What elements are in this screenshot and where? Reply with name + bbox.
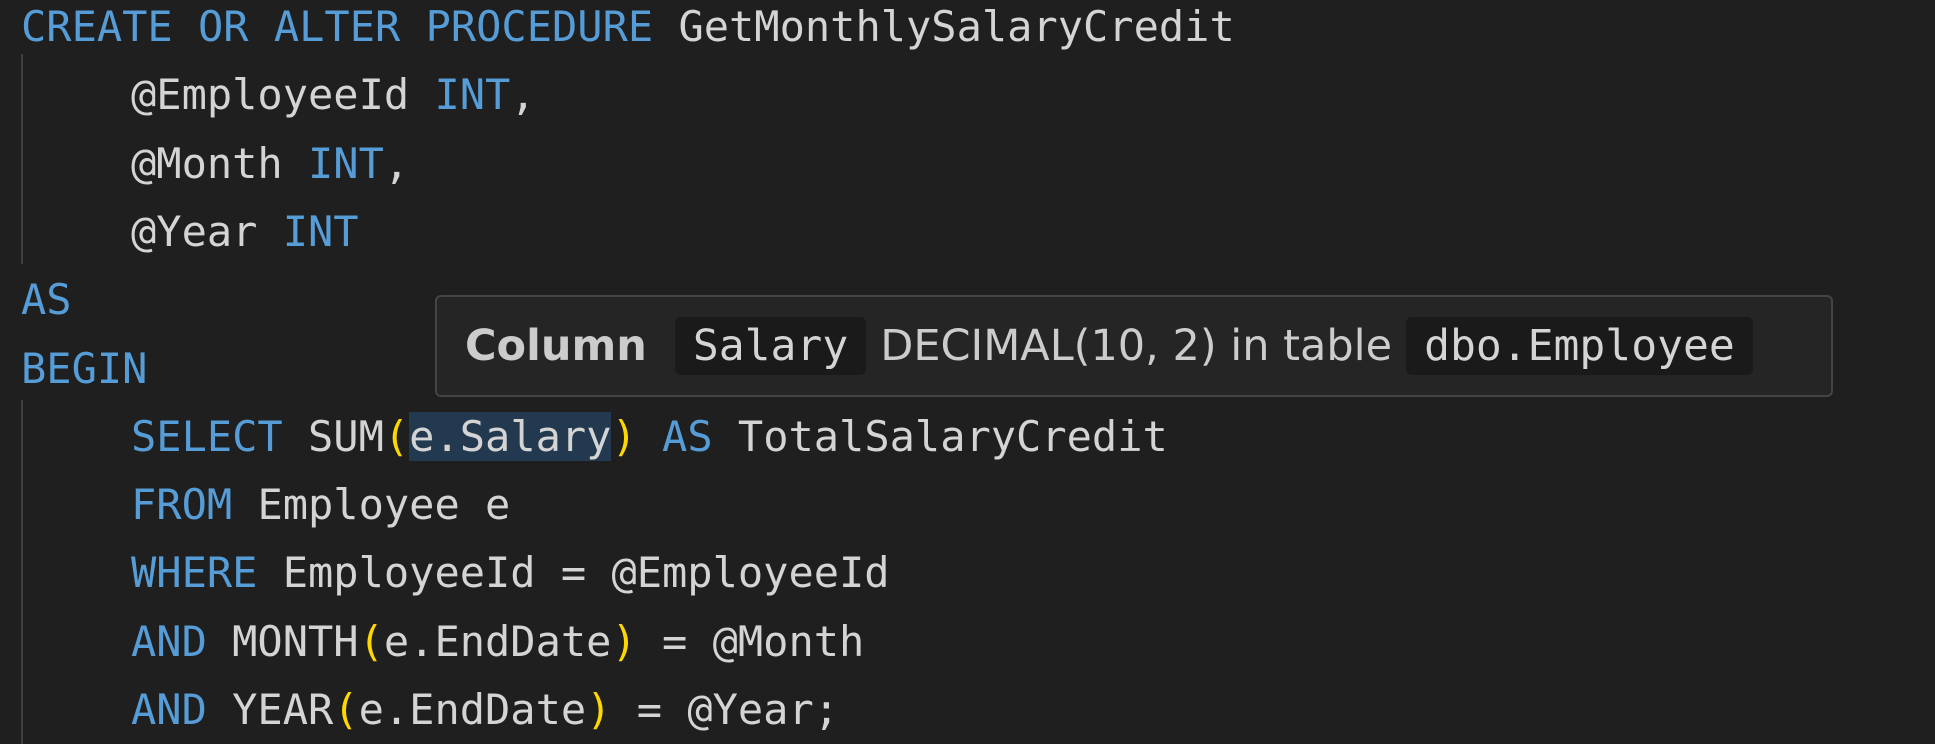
code-token: @EmployeeId <box>131 70 410 120</box>
code-line[interactable]: @EmployeeId INT, <box>21 61 536 129</box>
code-line[interactable]: @Month INT, <box>21 130 409 198</box>
code-token: = @Year; <box>611 685 840 734</box>
code-line[interactable]: AND YEAR(e.EndDate) = @Year; <box>21 676 839 744</box>
hover-type-text: DECIMAL(10, 2) in table <box>880 321 1393 371</box>
code-token: = @Month <box>636 616 865 666</box>
code-token: @Year <box>131 206 258 256</box>
code-token: FROM <box>131 480 233 530</box>
indent-guide-body <box>21 400 23 744</box>
code-token: WHERE <box>131 548 258 598</box>
indent-guide-params <box>21 54 23 264</box>
code-line[interactable]: AS <box>21 266 72 334</box>
code-token: TotalSalaryCredit <box>712 411 1168 461</box>
code-line[interactable]: BEGIN <box>21 335 147 403</box>
code-token: ( <box>333 685 359 734</box>
code-token: Employee e <box>232 480 511 530</box>
code-token: SELECT <box>131 411 283 461</box>
code-token: EmployeeId = @EmployeeId <box>257 548 890 598</box>
code-token: AS <box>21 275 72 325</box>
code-token: ) <box>586 685 612 734</box>
code-token: GetMonthlySalaryCredit <box>653 2 1235 51</box>
code-line[interactable]: WHERE EmployeeId = @EmployeeId <box>21 539 890 607</box>
code-token: @Month <box>131 138 283 188</box>
code-token: ( <box>358 616 384 666</box>
code-token: YEAR <box>206 685 334 734</box>
code-token: , <box>510 70 536 120</box>
code-token: e.EndDate <box>383 616 612 666</box>
code-line[interactable]: CREATE OR ALTER PROCEDURE GetMonthlySala… <box>21 0 1235 61</box>
code-token: CREATE OR ALTER PROCEDURE <box>21 2 654 51</box>
code-line[interactable]: AND MONTH(e.EndDate) = @Month <box>21 608 864 676</box>
code-token: AS <box>636 411 713 461</box>
code-token: INT <box>282 138 384 188</box>
code-line[interactable]: FROM Employee e <box>21 471 510 539</box>
code-token: e.Salary <box>409 411 612 461</box>
code-token: ) <box>611 411 637 461</box>
code-token: ( <box>383 411 410 461</box>
code-token: INT <box>409 70 511 120</box>
code-token: MONTH <box>206 616 359 666</box>
code-token: AND <box>131 685 207 734</box>
code-line[interactable]: @Year INT <box>21 198 359 266</box>
hover-column-name: Salary <box>674 317 867 375</box>
code-token: INT <box>257 206 359 256</box>
hover-heading: Column <box>465 321 647 371</box>
code-token: ) <box>611 616 637 666</box>
code-token: , <box>383 138 410 188</box>
code-token: SUM <box>282 411 384 461</box>
hover-tooltip: Column Salary DECIMAL(10, 2) in table db… <box>435 295 1833 397</box>
code-token: AND <box>131 616 207 666</box>
code-line[interactable]: SELECT SUM(e.Salary) AS TotalSalaryCredi… <box>21 403 1168 471</box>
hover-table-name: dbo.Employee <box>1406 317 1753 375</box>
code-token: e.EndDate <box>358 685 587 734</box>
code-token: BEGIN <box>21 343 148 393</box>
